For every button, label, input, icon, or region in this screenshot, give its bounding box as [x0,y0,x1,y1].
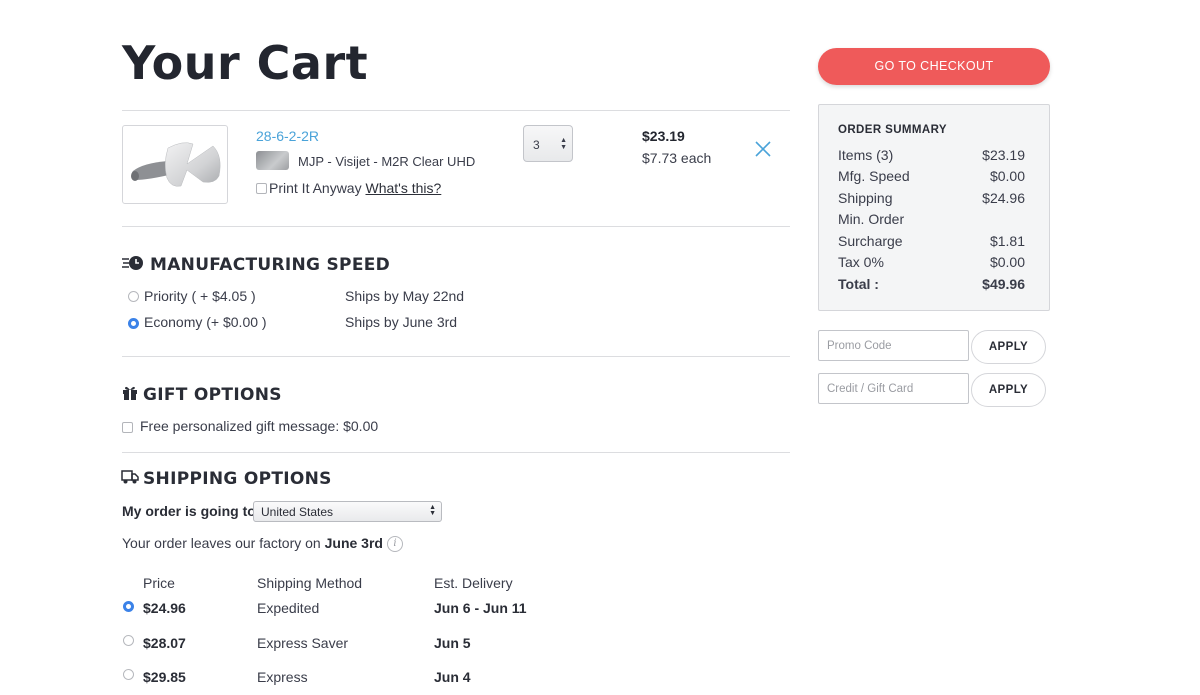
economy-option-label[interactable]: Economy (+ $0.00 ) [144,314,267,330]
promo-code-input[interactable]: Promo Code [818,330,969,361]
gift-options-title: GIFT OPTIONS [143,385,282,405]
delivery-header: Est. Delivery [434,575,513,591]
whats-this-link[interactable]: What's this? [365,180,441,196]
summary-items-label: Items (3) [838,147,894,163]
country-select[interactable]: United States ▲ ▼ [253,501,442,522]
divider [122,356,790,357]
summary-total-value: $49.96 [982,276,1025,292]
shipping-radio-express-saver[interactable] [123,635,134,646]
shipping-price: $29.85 [143,669,186,685]
item-total-price: $23.19 [642,128,685,144]
print-anyway-label: Print It Anyway [269,180,362,196]
shipping-radio-expedited[interactable] [123,601,134,612]
remove-item-icon[interactable] [754,140,772,158]
manufacturing-speed-title: MANUFACTURING SPEED [150,255,391,275]
summary-min-order-label: Min. Order [838,211,905,227]
summary-shipping-value: $24.96 [982,190,1025,206]
shipping-price: $28.07 [143,635,186,651]
divider [122,110,790,111]
gift-message-checkbox[interactable] [122,422,133,433]
economy-ship-date: Ships by June 3rd [345,314,458,330]
summary-tax-value: $0.00 [989,254,1025,270]
apply-gift-card-button[interactable]: APPLY [971,373,1046,407]
summary-tax-label: Tax 0% [838,254,884,270]
factory-leave-date: June 3rd [324,535,383,551]
shipping-delivery: Jun 6 - Jun 11 [434,600,527,616]
shipping-delivery: Jun 5 [434,635,471,651]
item-unit-price: $7.73 each [642,150,712,166]
material-swatch [256,151,289,170]
quantity-value: 3 [533,138,540,152]
gift-icon [122,385,142,403]
shipping-radio-express[interactable] [123,669,134,680]
speed-clock-icon [122,254,143,272]
gift-message-label: Free personalized gift message: $0.00 [140,418,379,434]
shipping-method: Express Saver [257,635,349,651]
gift-card-input[interactable]: Credit / Gift Card [818,373,969,404]
select-arrows-icon: ▲ ▼ [429,504,436,517]
summary-surcharge-label: Surcharge [838,233,903,249]
shipping-price: $24.96 [143,600,186,616]
divider [122,452,790,453]
product-name-link[interactable]: 28-6-2-2R [256,128,319,144]
price-header: Price [143,575,175,591]
go-to-checkout-button[interactable]: GO TO CHECKOUT [818,48,1050,85]
country-value: United States [261,505,334,519]
factory-leave-prefix: Your order leaves our factory on [122,535,321,551]
method-header: Shipping Method [257,575,363,591]
print-anyway-row: Print It Anyway What's this? [269,180,441,196]
material-label: MJP - Visijet - M2R Clear UHD [298,154,476,169]
going-to-label: My order is going to [122,503,256,519]
priority-option-label[interactable]: Priority ( + $4.05 ) [144,288,256,304]
summary-mfg-value: $0.00 [989,168,1025,184]
priority-ship-date: Ships by May 22nd [345,288,465,304]
factory-leave-text: Your order leaves our factory on June 3r… [122,535,383,551]
product-thumbnail[interactable] [122,125,228,204]
priority-radio[interactable] [128,291,139,302]
summary-total-label: Total : [838,276,879,292]
shipping-method: Express [257,669,308,685]
summary-mfg-label: Mfg. Speed [838,168,910,184]
page-title: Your Cart [122,36,369,90]
print-anyway-checkbox[interactable] [256,183,267,194]
shipping-options-title: SHIPPING OPTIONS [143,469,332,489]
truck-icon [121,469,141,487]
select-arrows-icon: ▲ ▼ [560,137,567,151]
order-summary-title: ORDER SUMMARY [838,124,947,136]
shipping-method: Expedited [257,600,320,616]
divider [122,226,790,227]
summary-surcharge-value: $1.81 [989,233,1025,249]
economy-radio[interactable] [128,318,139,329]
summary-items-value: $23.19 [982,147,1025,163]
info-icon[interactable]: i [387,536,403,552]
summary-shipping-label: Shipping [838,190,893,206]
shipping-delivery: Jun 4 [434,669,471,685]
quantity-select[interactable]: 3 ▲ ▼ [523,125,573,162]
apply-promo-button[interactable]: APPLY [971,330,1046,364]
